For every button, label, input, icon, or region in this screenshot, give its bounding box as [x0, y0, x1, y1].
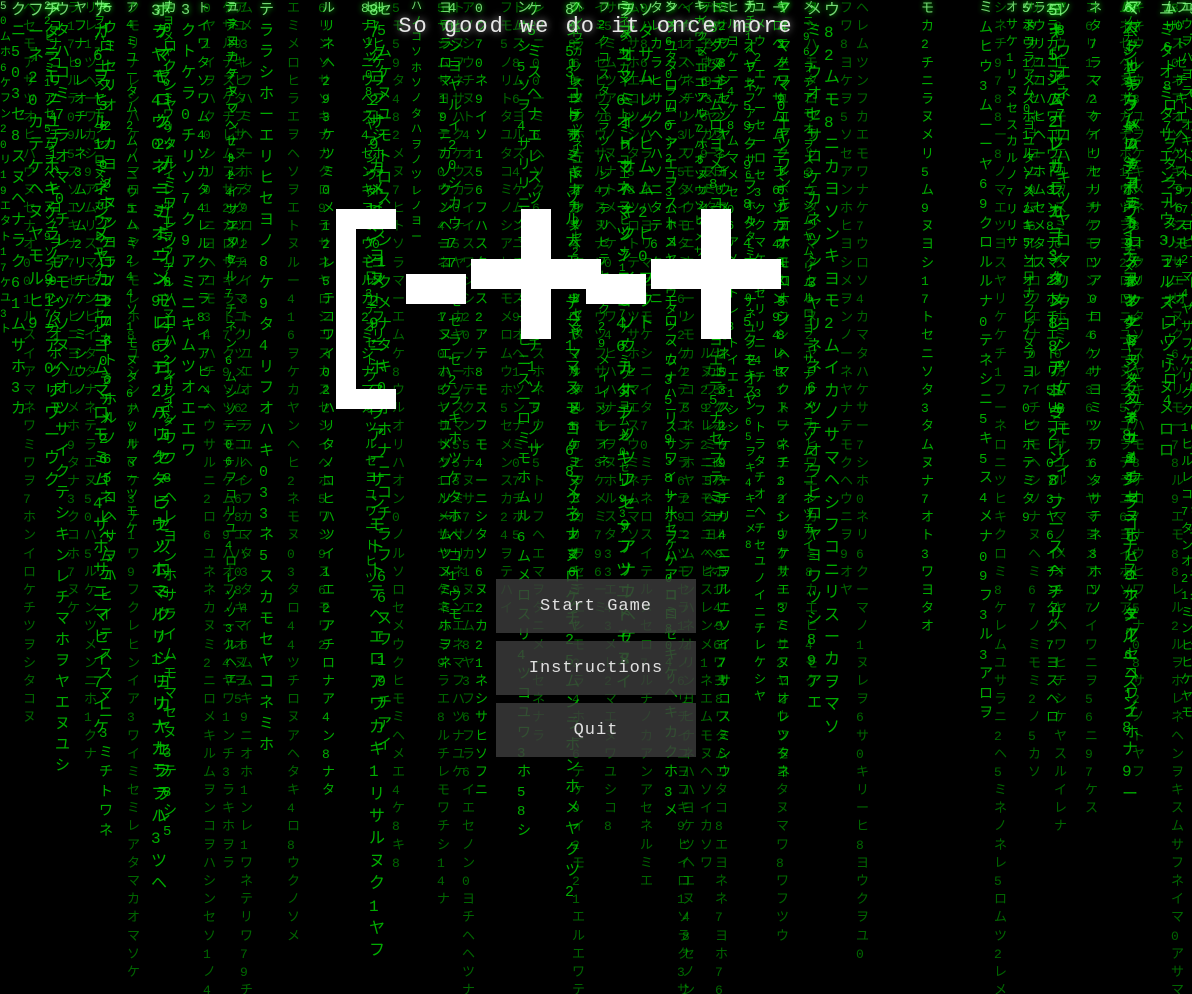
game-logo	[276, 159, 916, 459]
tagline: So good we do it once more	[398, 14, 793, 39]
start-game-button[interactable]: Start Game	[496, 579, 696, 633]
main-menu: Start Game Instructions Quit	[496, 579, 696, 757]
quit-button[interactable]: Quit	[496, 703, 696, 757]
instructions-button[interactable]: Instructions	[496, 641, 696, 695]
